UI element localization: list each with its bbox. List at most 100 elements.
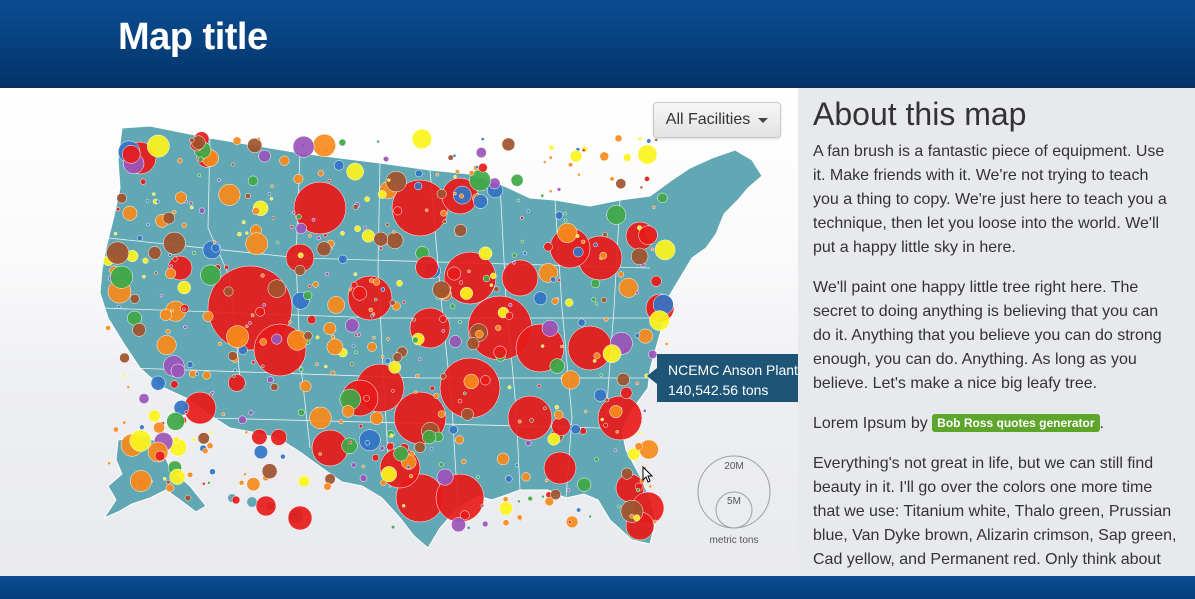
facility-bubble[interactable] <box>389 299 396 306</box>
facility-bubble[interactable] <box>159 308 172 321</box>
facility-bubble[interactable] <box>309 406 332 430</box>
facility-bubble[interactable] <box>129 293 140 304</box>
facility-bubble[interactable] <box>438 462 444 468</box>
facility-bubble[interactable] <box>561 370 581 390</box>
facility-bubble[interactable] <box>448 425 458 435</box>
facility-bubble[interactable] <box>599 151 610 162</box>
facility-bubble[interactable] <box>599 373 604 377</box>
facility-bubble[interactable] <box>255 495 277 517</box>
facility-bubble[interactable] <box>436 468 454 486</box>
facility-bubble[interactable] <box>373 231 389 247</box>
facility-bubble[interactable] <box>162 476 167 481</box>
facility-bubble[interactable] <box>262 303 266 307</box>
facility-bubble[interactable] <box>218 183 241 206</box>
facility-bubble[interactable] <box>110 265 134 289</box>
facility-bubble[interactable] <box>501 137 516 152</box>
facility-bubble[interactable] <box>609 405 623 419</box>
facility-bubble[interactable] <box>333 160 345 171</box>
facility-bubble[interactable] <box>243 472 247 477</box>
facility-bubble[interactable] <box>635 381 640 386</box>
facility-bubble[interactable] <box>191 437 197 442</box>
facility-bubble[interactable] <box>521 472 531 482</box>
facility-bubble[interactable] <box>517 499 521 504</box>
facility-bubble[interactable] <box>630 247 649 266</box>
facility-bubble[interactable] <box>209 430 214 435</box>
facility-bubble[interactable] <box>475 165 479 169</box>
facility-bubble[interactable] <box>245 324 249 329</box>
facility-bubble[interactable] <box>130 470 152 492</box>
facility-bubble[interactable] <box>454 224 467 237</box>
facility-bubble[interactable] <box>603 317 609 322</box>
facility-bubble[interactable] <box>116 207 121 212</box>
facility-bubble[interactable] <box>267 279 286 298</box>
facility-filter-dropdown[interactable]: All Facilities <box>653 102 781 138</box>
facility-bubble[interactable] <box>232 374 236 378</box>
facility-bubble[interactable] <box>508 302 513 307</box>
facility-bubble[interactable] <box>211 243 221 253</box>
facility-bubble[interactable] <box>315 335 320 340</box>
facility-bubble[interactable] <box>371 454 380 462</box>
facility-bubble[interactable] <box>383 156 390 163</box>
facility-bubble[interactable] <box>299 380 312 393</box>
facility-bubble[interactable] <box>540 193 545 198</box>
facility-bubble[interactable] <box>357 332 362 337</box>
facility-bubble[interactable] <box>388 360 402 374</box>
facility-bubble[interactable] <box>623 153 632 162</box>
facility-bubble[interactable] <box>297 252 304 259</box>
facility-bubble[interactable] <box>231 162 235 167</box>
facility-bubble[interactable] <box>317 170 325 177</box>
facility-bubble[interactable] <box>270 429 288 446</box>
facility-bubble[interactable] <box>525 440 532 447</box>
facility-bubble[interactable] <box>496 452 510 466</box>
facility-bubble[interactable] <box>458 320 462 324</box>
facility-bubble[interactable] <box>358 429 381 452</box>
facility-bubble[interactable] <box>493 286 500 293</box>
facility-bubble[interactable] <box>459 280 464 285</box>
facility-bubble[interactable] <box>572 246 584 258</box>
facility-bubble[interactable] <box>330 370 336 376</box>
facility-bubble[interactable] <box>338 254 348 264</box>
facility-bubble[interactable] <box>246 477 261 492</box>
facility-bubble[interactable] <box>442 219 447 224</box>
facility-bubble[interactable] <box>212 240 217 244</box>
facility-bubble[interactable] <box>588 514 592 519</box>
facility-bubble[interactable] <box>550 489 562 501</box>
facility-bubble[interactable] <box>170 380 179 389</box>
facility-bubble[interactable] <box>147 246 162 260</box>
facility-bubble[interactable] <box>245 231 249 235</box>
facility-bubble[interactable] <box>433 392 440 399</box>
facility-bubble[interactable] <box>461 458 467 465</box>
facility-bubble[interactable] <box>155 199 160 204</box>
facility-bubble[interactable] <box>166 412 185 431</box>
facility-bubble[interactable] <box>527 495 533 502</box>
facility-bubble[interactable] <box>520 239 525 244</box>
facility-bubble[interactable] <box>386 337 390 341</box>
facility-bubble[interactable] <box>582 148 586 152</box>
facility-bubble[interactable] <box>511 252 517 258</box>
facility-bubble[interactable] <box>563 218 568 223</box>
facility-bubble[interactable] <box>323 322 337 336</box>
facility-bubble[interactable] <box>415 169 423 178</box>
facility-bubble[interactable] <box>654 138 658 142</box>
facility-bubble[interactable] <box>592 359 597 363</box>
facility-bubble[interactable] <box>577 477 592 492</box>
facility-bubble[interactable] <box>478 162 488 173</box>
facility-bubble[interactable] <box>522 251 527 256</box>
facility-bubble[interactable] <box>364 196 370 202</box>
facility-bubble[interactable] <box>327 178 332 183</box>
facility-bubble[interactable] <box>228 374 246 392</box>
facility-bubble[interactable] <box>602 344 622 363</box>
facility-bubble[interactable] <box>298 475 310 488</box>
facility-bubble[interactable] <box>340 230 345 236</box>
facility-bubble[interactable] <box>601 297 608 304</box>
facility-bubble[interactable] <box>636 488 641 493</box>
facility-bubble[interactable] <box>526 209 531 213</box>
facility-bubble[interactable] <box>501 259 539 297</box>
facility-bubble[interactable] <box>221 412 226 417</box>
facility-bubble[interactable] <box>244 430 249 435</box>
facility-bubble[interactable] <box>248 410 254 416</box>
facility-bubble[interactable] <box>184 494 192 502</box>
facility-bubble[interactable] <box>550 276 557 283</box>
facility-bubble[interactable] <box>116 192 127 204</box>
map-panel[interactable]: 20M 5M All Facilities NCEMC Anson Plant … <box>0 88 798 576</box>
